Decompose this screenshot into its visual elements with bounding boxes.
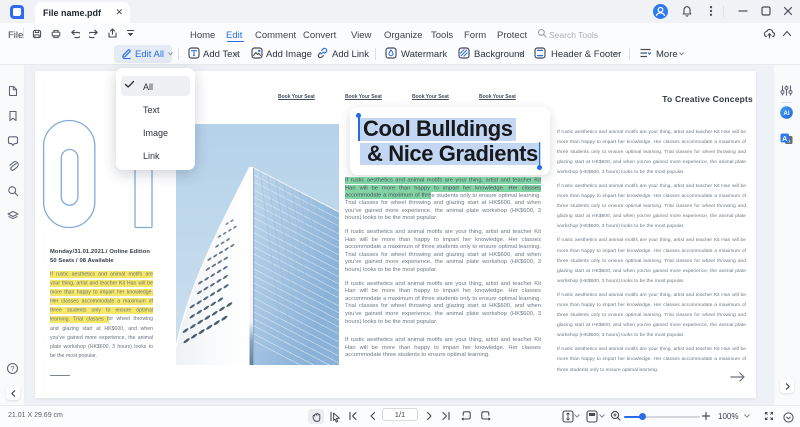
svg-text:A: A: [782, 136, 787, 143]
svg-text:?: ?: [10, 364, 14, 373]
svg-text:AI: AI: [783, 110, 789, 117]
